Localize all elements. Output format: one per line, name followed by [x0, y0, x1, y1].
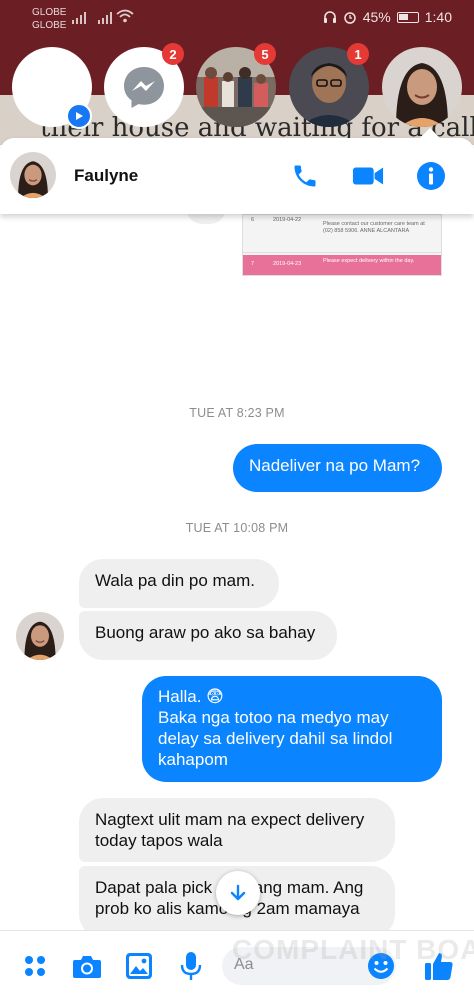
chat-head-faulyne[interactable]	[382, 47, 462, 127]
chat-head-messenger[interactable]: 2	[104, 43, 184, 127]
incoming-message[interactable]: Nagtext ulit mam na expect delivery toda…	[79, 798, 395, 862]
outgoing-message[interactable]: Nadeliver na po Mam?	[233, 444, 442, 492]
camera-button[interactable]	[70, 949, 104, 983]
carrier-1: GLOBE	[32, 7, 67, 18]
video-chat-icon	[66, 103, 92, 129]
headphones-icon	[323, 11, 336, 23]
clock: 1:40	[424, 9, 452, 25]
signal-icon	[72, 12, 86, 24]
unread-badge: 1	[347, 43, 369, 65]
gallery-icon	[126, 953, 152, 979]
outgoing-message[interactable]: Halla. 😨 Baka nga totoo na medyo may del…	[142, 676, 442, 782]
voice-message-button[interactable]	[174, 949, 208, 983]
row-text: Please expect delivery within the day.	[323, 258, 415, 264]
battery-percent: 45%	[362, 9, 391, 25]
watermark: COMPLAINT BOARD	[232, 934, 474, 965]
contact-avatar[interactable]	[10, 152, 56, 198]
row-text: Please contact our customer care team at…	[323, 221, 425, 234]
sender-avatar[interactable]	[16, 612, 64, 660]
chat-head-face	[382, 47, 462, 127]
contact-name[interactable]: Faulyne	[74, 166, 138, 186]
row-number: 7	[251, 261, 255, 267]
message-line: Baka nga totoo na medyo may delay sa del…	[158, 708, 393, 769]
microphone-icon	[180, 952, 202, 980]
video-camera-icon	[352, 167, 384, 185]
signal-icon	[98, 12, 112, 24]
row-number: 6	[251, 217, 255, 223]
message-timestamp: TUE AT 10:08 PM	[185, 521, 289, 535]
row-date: 2019-04-22	[273, 217, 302, 223]
more-actions-button[interactable]	[18, 949, 52, 983]
camera-icon	[73, 956, 101, 978]
carrier-labels: GLOBE GLOBE	[32, 6, 66, 32]
wifi-icon	[116, 9, 134, 23]
gallery-button[interactable]	[122, 949, 156, 983]
shared-image-row: 6 2019-04-22 Please contact our customer…	[243, 215, 441, 253]
carrier-2: GLOBE	[32, 20, 67, 31]
shared-image[interactable]: 6 2019-04-22 Please contact our customer…	[242, 214, 442, 276]
unread-badge: 5	[254, 43, 276, 65]
menu-dots-icon	[25, 956, 45, 976]
phone-icon	[294, 165, 316, 187]
scroll-to-bottom-button[interactable]	[216, 871, 260, 915]
row-date: 2019-04-23	[273, 261, 302, 267]
faulyne-avatar	[382, 47, 462, 127]
status-bar: GLOBE GLOBE 45% 1:40	[0, 0, 474, 38]
chat-head-blank[interactable]	[12, 47, 92, 129]
alarm-icon	[343, 12, 356, 24]
video-call-button[interactable]	[352, 160, 384, 192]
info-icon	[417, 162, 445, 190]
chat-head-group[interactable]: 5	[196, 43, 276, 127]
phone-call-button[interactable]	[289, 160, 321, 192]
faulyne-avatar	[16, 612, 64, 660]
faulyne-avatar	[10, 152, 56, 198]
messenger-logo-icon	[124, 67, 164, 108]
chat-head-man[interactable]: 1	[289, 43, 369, 127]
incoming-message[interactable]: Buong araw po ako sa bahay	[79, 611, 337, 660]
shared-image-row: 7 2019-04-23 Please expect delivery with…	[243, 255, 441, 275]
unread-badge: 2	[162, 43, 184, 65]
status-right: 45% 1:40	[323, 9, 452, 25]
arrow-down-icon	[230, 884, 246, 901]
message-line: Halla. 😨	[158, 687, 224, 706]
battery-icon	[396, 11, 419, 23]
message-timestamp: TUE AT 8:23 PM	[189, 406, 285, 420]
incoming-message[interactable]: Wala pa din po mam.	[79, 559, 279, 608]
conversation-info-button[interactable]	[415, 160, 447, 192]
conversation-header: Faulyne	[0, 128, 474, 214]
